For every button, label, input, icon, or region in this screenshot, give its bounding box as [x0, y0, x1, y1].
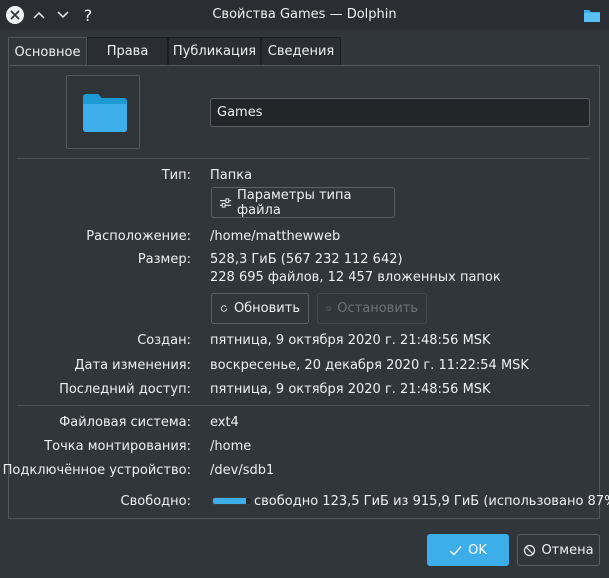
- file-type-options-button[interactable]: Параметры типа файла: [211, 187, 395, 218]
- refresh-icon: [220, 305, 228, 312]
- cancel-label: Отмена: [541, 542, 594, 558]
- folder-icon-button[interactable]: [66, 75, 140, 149]
- location-value: /home/matthewweb: [210, 229, 341, 244]
- stop-button[interactable]: Остановить: [317, 293, 427, 324]
- filesystem-label: Файловая система:: [59, 415, 191, 430]
- ok-label: OK: [468, 542, 487, 558]
- stop-icon: [326, 306, 331, 311]
- window-title: Свойства Games — Dolphin: [212, 7, 397, 22]
- tab-details[interactable]: Сведения: [261, 37, 341, 65]
- mountpoint-value: /home: [210, 439, 252, 454]
- ok-button[interactable]: OK: [427, 534, 509, 566]
- disk-usage-bar: [212, 497, 252, 505]
- free-value: свободно 123,5 ГиБ из 915,9 ГиБ (использ…: [254, 494, 609, 509]
- check-icon: [449, 545, 462, 555]
- configure-icon: [220, 197, 231, 208]
- refresh-label: Обновить: [233, 301, 300, 316]
- accessed-value: пятница, 9 октября 2020 г. 21:48:56 MSK: [210, 382, 491, 397]
- stop-label: Остановить: [337, 301, 418, 316]
- tab-sharing[interactable]: Публикация: [168, 37, 261, 65]
- accessed-label: Последний доступ:: [59, 382, 191, 397]
- tab-general[interactable]: Основное: [8, 37, 87, 66]
- size-label: Размер:: [137, 252, 191, 267]
- separator: [17, 158, 590, 159]
- modified-value: воскресенье, 20 декабря 2020 г. 11:22:54…: [210, 358, 529, 373]
- device-label: Подключённое устройство:: [2, 463, 191, 478]
- filesystem-value: ext4: [210, 415, 239, 430]
- created-value: пятница, 9 октября 2020 г. 21:48:56 MSK: [210, 333, 491, 348]
- created-label: Создан:: [137, 333, 191, 348]
- type-value: Папка: [210, 168, 253, 183]
- free-label: Свободно:: [120, 494, 191, 509]
- cancel-button[interactable]: Отмена: [517, 534, 600, 566]
- size-count: 228 695 файлов, 12 457 вложенных папок: [210, 270, 501, 285]
- size-value: 528,3 ГиБ (567 232 112 642): [210, 252, 403, 267]
- file-type-options-label: Параметры типа файла: [237, 187, 352, 218]
- cancel-icon: [524, 544, 536, 556]
- refresh-button[interactable]: Обновить: [211, 293, 309, 324]
- disk-usage-fill: [213, 498, 247, 504]
- folder-app-icon: [583, 7, 601, 27]
- separator: [17, 405, 590, 406]
- location-label: Расположение:: [86, 229, 191, 244]
- title-bar: ? Свойства Games — Dolphin: [0, 0, 609, 30]
- name-field[interactable]: Games: [210, 98, 590, 127]
- modified-label: Дата изменения:: [74, 358, 191, 373]
- type-label: Тип:: [161, 168, 191, 183]
- mountpoint-label: Точка монтирования:: [44, 439, 191, 454]
- tab-permissions[interactable]: Права: [87, 37, 168, 65]
- folder-icon: [83, 94, 127, 132]
- device-value: /dev/sdb1: [210, 463, 275, 478]
